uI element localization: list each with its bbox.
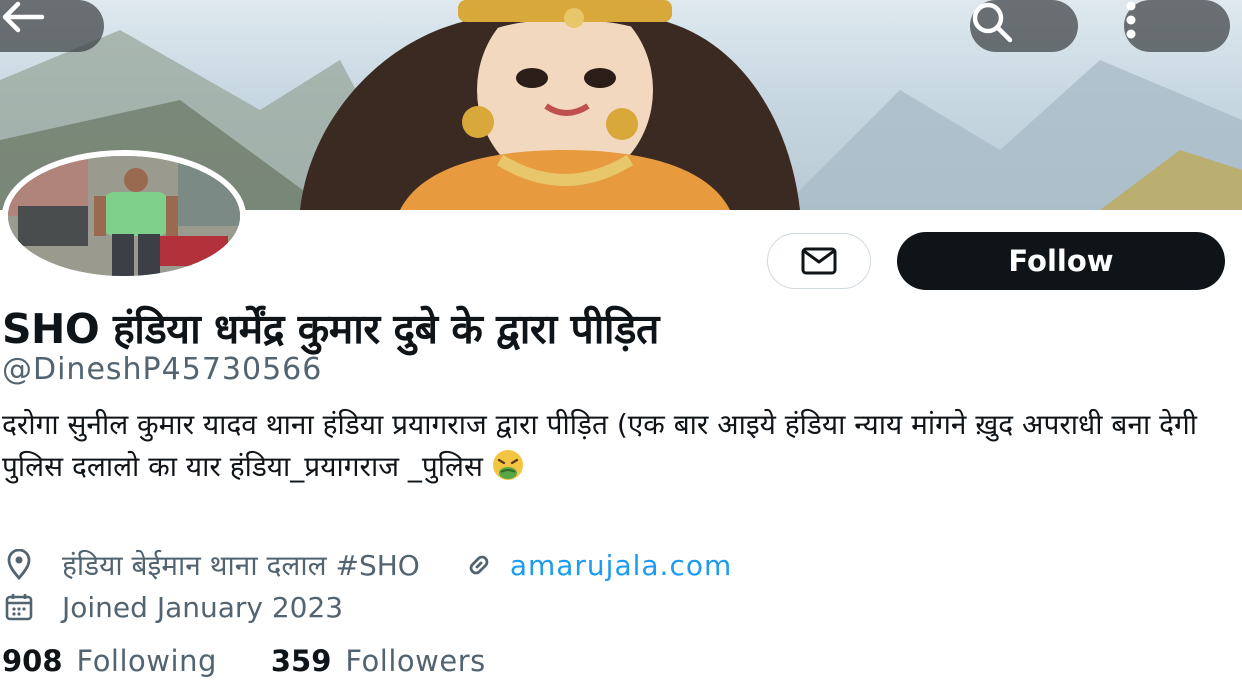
profile-stats: 908 Following 359 Followers (2, 644, 486, 678)
following-label: Following (76, 644, 217, 678)
more-vertical-icon (1126, 1, 1136, 39)
following-stat[interactable]: 908 Following (2, 644, 217, 678)
back-button[interactable] (0, 0, 104, 52)
arrow-left-icon (2, 1, 45, 33)
profile-meta-location-row: हंडिया बेईमान थाना दलाल #SHO amarujala.c… (2, 546, 732, 584)
follow-button[interactable]: Follow (897, 232, 1225, 290)
more-options-button[interactable] (1124, 0, 1230, 52)
search-icon (972, 2, 1013, 43)
bio-text: दरोगा सुनील कुमार यादव थाना हंडिया प्रया… (2, 408, 1197, 483)
profile-joined-date: Joined January 2023 (62, 590, 344, 624)
search-button[interactable] (970, 0, 1078, 52)
profile-handle: @DineshP45730566 (2, 352, 323, 387)
calendar-icon (2, 590, 36, 624)
profile-website-link[interactable]: amarujala.com (510, 549, 732, 582)
nauseated-face-icon (492, 450, 523, 480)
profile-meta-joined-row: Joined January 2023 (2, 590, 343, 624)
following-count: 908 (2, 644, 63, 678)
followers-count: 359 (270, 644, 332, 678)
location-pin-icon (2, 548, 36, 582)
followers-stat[interactable]: 359 Followers (271, 644, 486, 678)
profile-display-name: SHO हंडिया धर्मेंद्र कुमार दुबे के द्वार… (2, 305, 659, 353)
link-icon (462, 548, 496, 582)
mail-icon (801, 247, 837, 275)
profile-location: हंडिया बेईमान थाना दलाल #SHO (62, 549, 420, 582)
followers-label: Followers (345, 644, 486, 678)
message-button[interactable] (767, 233, 871, 289)
avatar-photo (8, 156, 240, 276)
profile-avatar[interactable] (2, 150, 246, 282)
profile-bio: दरोगा सुनील कुमार यादव थाना हंडिया प्रया… (2, 404, 1240, 488)
